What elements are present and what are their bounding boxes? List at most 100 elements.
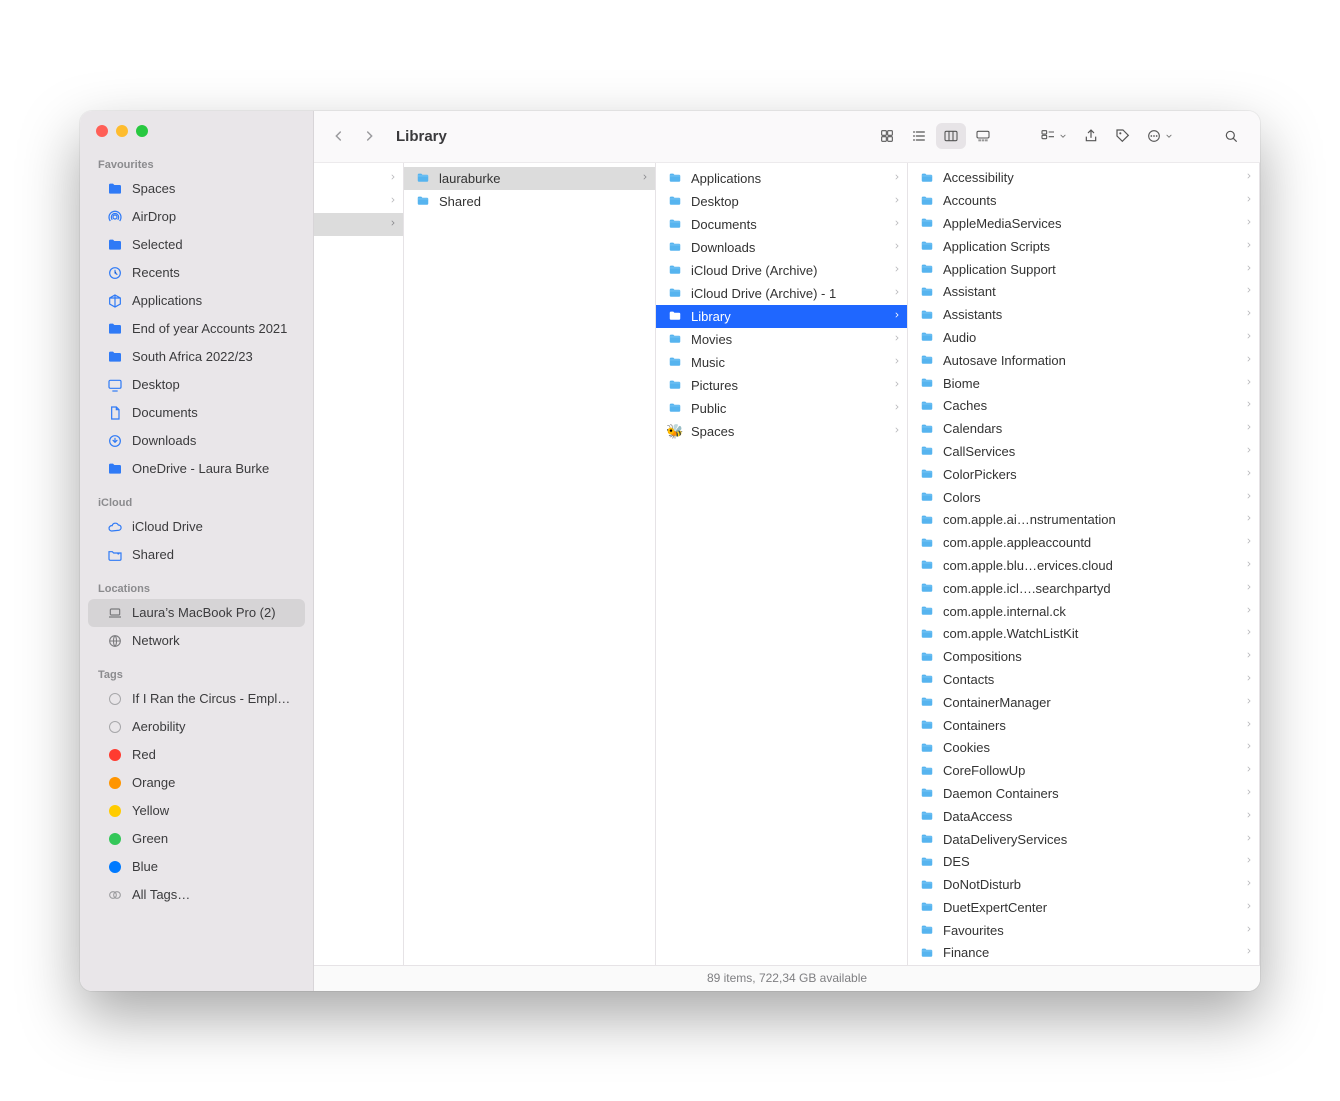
file-row[interactable]: Daemon Containers [908,782,1259,805]
file-row[interactable]: Containers [908,714,1259,737]
close-window-button[interactable] [96,125,108,137]
file-row[interactable]: iCloud Drive (Archive) - 1 [656,282,907,305]
column-2[interactable]: ApplicationsDesktopDocumentsDownloadsiCl… [656,163,908,965]
file-row[interactable]: com.apple.icl….searchpartyd [908,577,1259,600]
file-row[interactable]: Music [656,351,907,374]
file-row[interactable]: DuetExpertCenter [908,896,1259,919]
file-row[interactable]: DataDeliveryServices [908,828,1259,851]
file-row[interactable]: com.apple.blu…ervices.cloud [908,554,1259,577]
sidebar-item[interactable]: Blue [88,853,305,881]
file-row[interactable]: Library [656,305,907,328]
sidebar-item[interactable]: AirDrop [88,203,305,231]
file-row[interactable] [314,167,403,190]
sidebar-item[interactable]: Desktop [88,371,305,399]
sidebar-item[interactable]: Selected [88,231,305,259]
sidebar-item[interactable]: End of year Accounts 2021 [88,315,305,343]
search-button[interactable] [1216,123,1246,149]
file-row[interactable]: DES [908,850,1259,873]
column-3[interactable]: AccessibilityAccountsAppleMediaServicesA… [908,163,1260,965]
file-row[interactable]: Compositions [908,645,1259,668]
sidebar-item[interactable]: Orange [88,769,305,797]
file-name: Spaces [691,424,886,439]
file-row[interactable]: Finance [908,942,1259,965]
file-row[interactable]: Documents [656,213,907,236]
file-row[interactable]: Downloads [656,236,907,259]
sidebar-item[interactable]: Documents [88,399,305,427]
file-row[interactable]: CallServices [908,440,1259,463]
sidebar-item[interactable]: Shared [88,541,305,569]
sidebar-item[interactable]: Downloads [88,427,305,455]
file-row[interactable]: DataAccess [908,805,1259,828]
file-row[interactable]: CoreFollowUp [908,759,1259,782]
file-row[interactable]: Applications [656,167,907,190]
sidebar-item[interactable]: Applications [88,287,305,315]
share-button[interactable] [1076,123,1106,149]
file-row[interactable]: iCloud Drive (Archive) [656,259,907,282]
sidebar-item[interactable]: OneDrive - Laura Burke [88,455,305,483]
view-gallery-button[interactable] [968,123,998,149]
file-row[interactable]: lauraburke [404,167,655,190]
sidebar-item[interactable]: Spaces [88,175,305,203]
sidebar-item[interactable]: Laura’s MacBook Pro (2) [88,599,305,627]
file-row[interactable] [314,190,403,213]
sidebar-item[interactable]: Aerobility [88,713,305,741]
file-row[interactable]: AppleMediaServices [908,212,1259,235]
file-row[interactable]: com.apple.ai…nstrumentation [908,508,1259,531]
file-row[interactable]: ColorPickers [908,463,1259,486]
file-row[interactable]: ContainerManager [908,691,1259,714]
file-row[interactable]: com.apple.appleaccountd [908,531,1259,554]
file-row[interactable]: Contacts [908,668,1259,691]
nav-back-button[interactable] [328,125,350,147]
sidebar-item[interactable]: All Tags… [88,881,305,909]
sidebar-item-label: Spaces [132,181,293,196]
file-row[interactable]: com.apple.internal.ck [908,600,1259,623]
file-row[interactable]: Cookies [908,736,1259,759]
file-row[interactable]: Calendars [908,417,1259,440]
tags-button[interactable] [1108,123,1138,149]
sidebar-item[interactable]: South Africa 2022/23 [88,343,305,371]
file-row[interactable]: Pictures [656,374,907,397]
fullscreen-window-button[interactable] [136,125,148,137]
file-row[interactable]: Biome [908,372,1259,395]
file-row[interactable]: Accessibility [908,167,1259,190]
file-row[interactable]: Desktop [656,190,907,213]
file-name: com.apple.internal.ck [943,604,1238,619]
file-row[interactable]: Application Scripts [908,235,1259,258]
file-row[interactable]: Assistants [908,303,1259,326]
file-row[interactable]: Autosave Information [908,349,1259,372]
nav-forward-button[interactable] [358,125,380,147]
view-icons-button[interactable] [872,123,902,149]
view-columns-button[interactable] [936,123,966,149]
file-row[interactable]: Colors [908,486,1259,509]
minimize-window-button[interactable] [116,125,128,137]
sidebar-item[interactable]: Network [88,627,305,655]
sidebar-item[interactable]: Recents [88,259,305,287]
file-row[interactable]: Audio [908,326,1259,349]
sidebar-item[interactable]: Green [88,825,305,853]
file-row[interactable]: Accounts [908,189,1259,212]
file-row[interactable]: Application Support [908,258,1259,281]
column-1[interactable]: lauraburkeShared [404,163,656,965]
sidebar-item-label: If I Ran the Circus - Emplo… [132,691,293,706]
chevron-right-icon [893,218,901,231]
file-row[interactable]: DoNotDisturb [908,873,1259,896]
more-actions-button[interactable] [1140,123,1180,149]
file-row[interactable]: com.apple.WatchListKit [908,622,1259,645]
sidebar-item[interactable]: iCloud Drive [88,513,305,541]
view-list-button[interactable] [904,123,934,149]
sidebar-item[interactable]: Yellow [88,797,305,825]
file-row[interactable]: Favourites [908,919,1259,942]
column-0[interactable] [314,163,404,965]
sidebar-item[interactable]: Red [88,741,305,769]
file-row[interactable]: Assistant [908,280,1259,303]
sidebar-item[interactable]: If I Ran the Circus - Emplo… [88,685,305,713]
group-by-button[interactable] [1034,123,1074,149]
file-row[interactable] [314,213,403,236]
file-row[interactable]: Caches [908,394,1259,417]
chevron-right-icon [1245,764,1253,777]
file-row[interactable]: Public [656,397,907,420]
file-name: com.apple.WatchListKit [943,626,1238,641]
file-row[interactable]: Movies [656,328,907,351]
file-row[interactable]: 🐝Spaces [656,420,907,443]
file-row[interactable]: Shared [404,190,655,213]
